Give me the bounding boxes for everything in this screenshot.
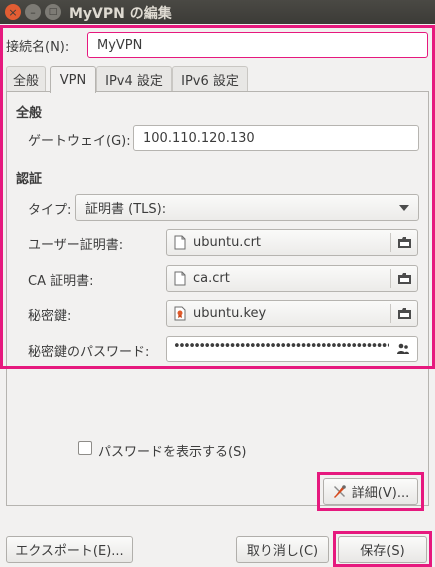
private-key-filename: ubuntu.key bbox=[193, 306, 267, 321]
connection-name-input[interactable]: MyVPN bbox=[87, 32, 428, 58]
open-file-icon[interactable] bbox=[397, 306, 412, 321]
minimize-window-button[interactable]: – bbox=[25, 4, 41, 20]
open-file-icon[interactable] bbox=[397, 235, 412, 250]
divider bbox=[390, 304, 391, 323]
private-key-label: 秘密鍵: bbox=[28, 309, 72, 324]
advanced-button[interactable]: 詳細(V)... bbox=[323, 478, 418, 505]
tab-bar: 全般 VPN IPv4 設定 IPv6 設定 bbox=[6, 66, 429, 93]
certificate-file-icon bbox=[174, 306, 186, 321]
cancel-button[interactable]: 取り消し(C) bbox=[236, 536, 329, 563]
title-bar: × – □ MyVPN の編集 bbox=[0, 0, 435, 24]
auth-section-heading: 認証 bbox=[16, 172, 43, 187]
ca-cert-label: CA 証明書: bbox=[28, 274, 94, 289]
file-icon bbox=[174, 235, 186, 250]
maximize-icon: □ bbox=[48, 6, 58, 17]
auth-type-select[interactable]: 証明書 (TLS): bbox=[75, 194, 419, 221]
tab-ipv4-settings[interactable]: IPv4 設定 bbox=[96, 66, 172, 92]
ca-cert-chooser[interactable]: ca.crt bbox=[166, 265, 418, 292]
show-password-checkbox[interactable] bbox=[78, 441, 92, 455]
gateway-input[interactable]: 100.110.120.130 bbox=[133, 125, 419, 151]
advanced-button-label: 詳細(V)... bbox=[351, 486, 410, 501]
show-password-label[interactable]: パスワードを表示する(S) bbox=[98, 441, 246, 460]
divider bbox=[390, 269, 391, 288]
ca-cert-filename: ca.crt bbox=[193, 271, 230, 286]
tab-ipv6-settings[interactable]: IPv6 設定 bbox=[172, 66, 248, 92]
auth-type-value: 証明書 (TLS): bbox=[85, 202, 167, 217]
save-button[interactable]: 保存(S) bbox=[338, 536, 427, 563]
gateway-label: ゲートウェイ(G): bbox=[28, 134, 131, 149]
auth-type-label: タイプ: bbox=[28, 203, 72, 218]
user-cert-label: ユーザー証明書: bbox=[28, 238, 124, 253]
connection-name-label: 接続名(N): bbox=[6, 40, 70, 55]
file-icon bbox=[174, 271, 186, 286]
password-mask: ••••••••••••••••••••••••••••••••••••••••… bbox=[173, 339, 389, 354]
maximize-window-button[interactable]: □ bbox=[45, 4, 61, 20]
user-cert-chooser[interactable]: ubuntu.crt bbox=[166, 229, 418, 256]
user-cert-filename: ubuntu.crt bbox=[193, 235, 262, 250]
tab-vpn[interactable]: VPN bbox=[50, 66, 96, 93]
minimize-icon: – bbox=[30, 5, 36, 19]
chevron-down-icon bbox=[399, 205, 409, 211]
tools-icon bbox=[333, 484, 346, 498]
private-key-chooser[interactable]: ubuntu.key bbox=[166, 300, 418, 327]
close-window-button[interactable]: × bbox=[5, 4, 21, 20]
key-password-input[interactable]: ••••••••••••••••••••••••••••••••••••••••… bbox=[166, 336, 418, 362]
general-section-heading: 全般 bbox=[16, 106, 43, 121]
open-file-icon[interactable] bbox=[397, 271, 412, 286]
users-icon[interactable] bbox=[396, 342, 410, 356]
divider bbox=[390, 233, 391, 252]
export-button[interactable]: エクスポート(E)... bbox=[6, 536, 133, 563]
tab-general[interactable]: 全般 bbox=[6, 66, 46, 92]
close-icon: × bbox=[8, 5, 18, 19]
key-password-label: 秘密鍵のパスワード: bbox=[28, 345, 150, 360]
window-title: MyVPN の編集 bbox=[69, 6, 172, 22]
